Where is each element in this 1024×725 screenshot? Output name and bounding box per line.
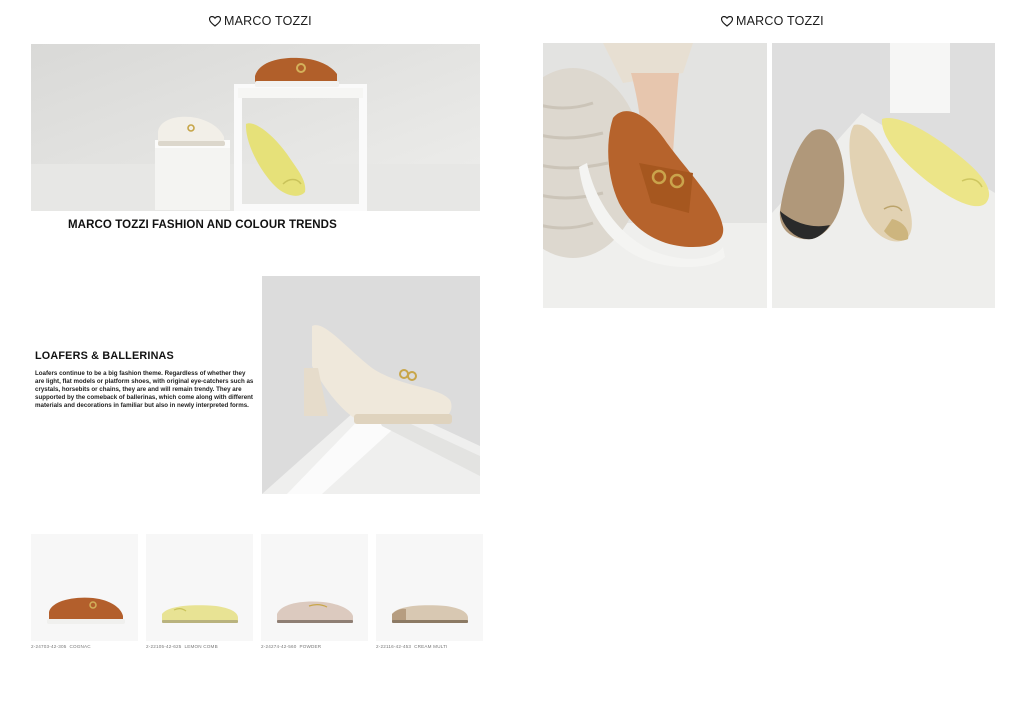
product-caption-1: 2-24703-42-305 COGNAC	[31, 644, 91, 649]
brand-logo-left: MARCO TOZZI	[209, 14, 312, 28]
product-caption-3: 2-24274-42-560 POWDER	[261, 644, 322, 649]
brand-name: MARCO TOZZI	[736, 14, 824, 28]
hero-photo	[31, 44, 480, 211]
section-body: Loafers continue to be a big fashion the…	[35, 370, 254, 409]
brand-logo-right: MARCO TOZZI	[721, 14, 824, 28]
product-thumb-4	[376, 534, 483, 641]
cognac-loafer-photo	[543, 43, 767, 308]
product-thumb-1	[31, 534, 138, 641]
product-caption-4: 2-22116-42-453 CREAM MULTI	[376, 644, 448, 649]
feature-loafer-photo	[262, 276, 480, 494]
ballerinas-photo	[772, 43, 995, 308]
product-caption-2: 2-22105-42-625 LEMON COMB	[146, 644, 218, 649]
heart-icon	[721, 15, 733, 27]
heart-icon	[209, 15, 221, 27]
brand-name: MARCO TOZZI	[224, 14, 312, 28]
product-thumb-3	[261, 534, 368, 641]
page-heading: MARCO TOZZI FASHION AND COLOUR TRENDS	[68, 219, 337, 231]
section-title: LOAFERS & BALLERINAS	[35, 350, 174, 362]
product-thumb-2	[146, 534, 253, 641]
